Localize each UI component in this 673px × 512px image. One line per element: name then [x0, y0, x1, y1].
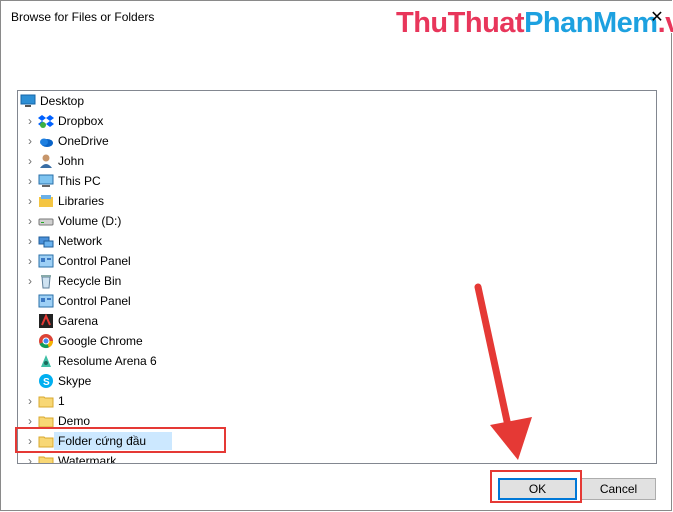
expand-chevron-icon[interactable]: ›: [24, 273, 36, 289]
tree-item-label: Resolume Arena 6: [58, 354, 157, 368]
scroll-down-button[interactable]: ▼: [656, 446, 657, 463]
expand-chevron-icon[interactable]: ›: [24, 133, 36, 149]
tree-item[interactable]: › 1: [18, 391, 638, 411]
dialog-title: Browse for Files or Folders: [11, 10, 155, 24]
network-icon: [38, 233, 54, 249]
tree-item-label: Network: [58, 234, 103, 248]
tree-item-label: John: [58, 154, 85, 168]
vertical-scrollbar[interactable]: ▲ ▼: [656, 91, 657, 463]
tree-item[interactable]: Desktop: [18, 91, 638, 111]
folder-icon: [38, 453, 54, 463]
tree-item-label: Google Chrome: [58, 334, 143, 348]
skype-icon: S: [38, 373, 54, 389]
folder-tree[interactable]: › Watermark › Folder cứng đầu › Demo › 1 S Skype R…: [17, 90, 657, 464]
garena-icon: [38, 313, 54, 329]
tree-item-label: Demo: [58, 414, 91, 428]
onedrive-icon: [38, 133, 54, 149]
tree-item-label: Watermark: [58, 454, 117, 464]
tree-item[interactable]: Google Chrome: [18, 331, 638, 351]
expand-chevron-icon[interactable]: ›: [24, 253, 36, 269]
watermark-logo: ThuThuatPhanMem.vn: [396, 7, 673, 39]
tree-item[interactable]: › OneDrive: [18, 131, 638, 151]
desktop-icon: [20, 93, 36, 109]
tree-item[interactable]: › Recycle Bin: [18, 271, 638, 291]
this-pc-icon: [38, 173, 54, 189]
annotation-arrow-icon: [474, 283, 532, 460]
expand-chevron-icon[interactable]: ›: [24, 393, 36, 409]
tree-item-label: Control Panel: [58, 254, 131, 268]
annotation-box-folder: [15, 427, 226, 453]
user-icon: [38, 153, 54, 169]
tree-item[interactable]: › Volume (D:): [18, 211, 638, 231]
svg-text:S: S: [43, 377, 50, 388]
expand-chevron-icon[interactable]: ›: [24, 193, 36, 209]
tree-item-label: Recycle Bin: [58, 274, 122, 288]
libraries-icon: [38, 193, 54, 209]
tree-item[interactable]: Resolume Arena 6: [18, 351, 638, 371]
control-panel-icon: [38, 253, 54, 269]
tree-item-label: OneDrive: [58, 134, 109, 148]
tree-item[interactable]: › John: [18, 151, 638, 171]
resolume-icon: [38, 353, 54, 369]
tree-item[interactable]: Garena: [18, 311, 638, 331]
tree-item-label: Garena: [58, 314, 99, 328]
tree-item-label: 1: [58, 394, 65, 408]
folder-icon: [38, 393, 54, 409]
dropbox-icon: [38, 113, 54, 129]
close-icon: ✕: [650, 9, 664, 26]
cancel-button[interactable]: Cancel: [581, 478, 656, 500]
tree-item-label: Skype: [58, 374, 92, 388]
tree-item-label: Desktop: [40, 94, 85, 108]
drive-icon: [38, 213, 54, 229]
expand-chevron-icon[interactable]: ›: [24, 453, 36, 463]
tree-item[interactable]: › Network: [18, 231, 638, 251]
expand-chevron-icon[interactable]: ›: [24, 113, 36, 129]
expand-chevron-icon[interactable]: ›: [24, 173, 36, 189]
chrome-icon: [38, 333, 54, 349]
tree-item[interactable]: › Dropbox: [18, 111, 638, 131]
tree-item-label: Dropbox: [58, 114, 104, 128]
tree-item-label: Libraries: [58, 194, 105, 208]
expand-chevron-icon[interactable]: ›: [24, 233, 36, 249]
tree-item-label: This PC: [58, 174, 101, 188]
expand-chevron-icon[interactable]: ›: [24, 213, 36, 229]
tree-item-label: Control Panel: [58, 294, 131, 308]
title-bar: Browse for Files or Folders ThuThuatPhan…: [1, 1, 673, 39]
expand-chevron-icon[interactable]: ›: [24, 153, 36, 169]
control-panel-icon: [38, 293, 54, 309]
tree-item[interactable]: Control Panel: [18, 291, 638, 311]
tree-item-label: Volume (D:): [58, 214, 122, 228]
scroll-up-button[interactable]: ▲: [656, 91, 657, 108]
close-button[interactable]: ✕: [647, 7, 667, 27]
tree-item[interactable]: › Libraries: [18, 191, 638, 211]
tree-item[interactable]: › This PC: [18, 171, 638, 191]
recycle-bin-icon: [38, 273, 54, 289]
tree-item[interactable]: S Skype: [18, 371, 638, 391]
tree-item[interactable]: › Control Panel: [18, 251, 638, 271]
